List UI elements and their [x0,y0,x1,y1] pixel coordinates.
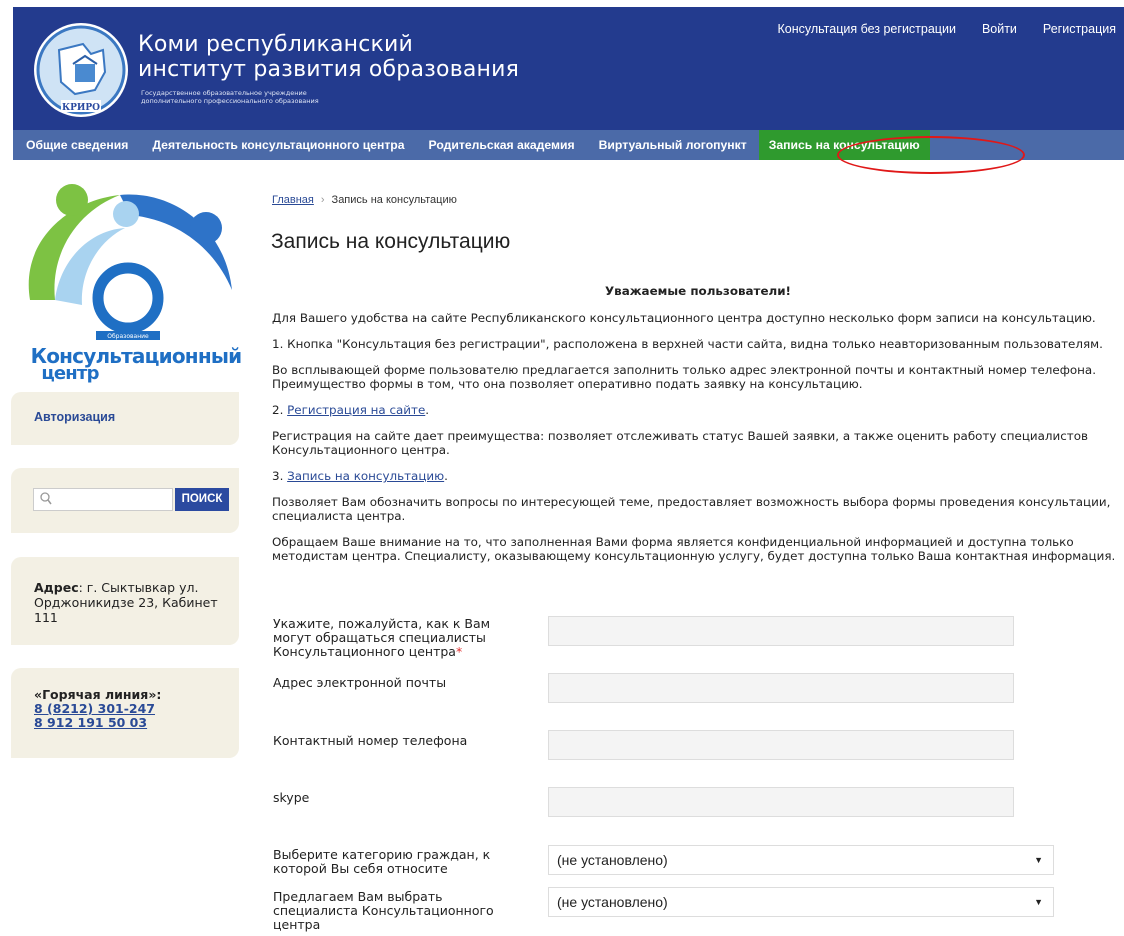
intro-paragraph: Для Вашего удобства на сайте Республикан… [272,311,1096,325]
greeting: Уважаемые пользователи! [605,284,791,298]
email-field[interactable] [548,673,1014,703]
category-select-value: (не установлено) [557,852,668,868]
book-consultation-link[interactable]: Запись на консультацию [287,469,444,483]
option-2-details: Регистрация на сайте дает преимущества: … [272,429,1089,457]
nav-item-parent-academy[interactable]: Родительская академия [429,138,575,152]
auth-link[interactable]: Авторизация [34,410,115,424]
nav-item-center-activity[interactable]: Деятельность консультационного центра [152,138,404,152]
page-title: Запись на консультацию [271,230,511,253]
category-select-label: Выберите категорию граждан, к которой Вы… [273,847,491,876]
address-panel: Адрес: г. Сыктывкар ул. Орджоникидзе 23,… [11,557,239,645]
hotline-label: «Горячая линия»: [34,687,162,702]
registration-link[interactable]: Регистрация на сайте [287,403,425,417]
consult-no-registration-link[interactable]: Консультация без регистрации [777,22,955,36]
brand-title[interactable]: Коми республиканский институт развития о… [138,32,519,82]
option-3-details: Позволяет Вам обозначить вопросы по инте… [272,495,1111,523]
nav-item-virtual-speech-point[interactable]: Виртуальный логопункт [599,138,747,152]
option-3-paragraph: 3. Запись на консультацию. [272,469,1124,483]
specialist-select-label: Предлагаем Вам выбрать специалиста Консу… [273,889,494,932]
option-2-suffix: . [425,403,430,417]
name-field-label: Укажите, пожалуйста, как к Вам могут обр… [273,617,513,659]
skype-field-label: skype [273,790,310,805]
breadcrumb: Главная › Запись на консультацию [272,194,457,206]
sidebar: Образование Консультационный центр [10,180,242,384]
search-icon [40,492,52,509]
register-link[interactable]: Регистрация [1043,22,1116,36]
logo-text: КРИРО [62,103,100,113]
option-3-prefix: 3. [272,469,288,483]
search-button[interactable]: ПОИСК [175,488,229,511]
intro-content: Уважаемые пользователи! Для Вашего удобс… [272,284,1124,575]
phone-field[interactable] [548,730,1014,760]
search-input[interactable] [33,488,173,511]
chevron-down-icon: ▼ [1034,897,1043,907]
brand-subtitle: Государственное образовательное учрежден… [141,89,319,105]
search-panel: ПОИСК [11,468,239,533]
hotline-panel: «Горячая линия»: 8 (8212) 301-247 8 912 … [11,668,239,758]
hotline-phone-2[interactable]: 8 912 191 50 03 [34,716,161,730]
auth-panel: Авторизация [11,392,239,445]
required-mark: * [455,644,463,659]
phone-field-label: Контактный номер телефона [273,733,468,748]
address-label: Адрес [34,580,79,595]
login-link[interactable]: Войти [982,22,1017,36]
category-select[interactable]: (не установлено) ▼ [548,845,1054,875]
nav-item-general[interactable]: Общие сведения [26,138,128,152]
name-field[interactable] [548,616,1014,646]
consult-center-logo[interactable]: Образование Консультационный центр [10,180,242,384]
address-text: Адрес: г. Сыктывкар ул. Орджоникидзе 23,… [34,580,234,625]
site-header: КРИРО Коми республиканский институт разв… [13,7,1124,130]
option-3-suffix: . [444,469,448,483]
hotline-text: «Горячая линия»: 8 (8212) 301-247 8 912 … [34,688,161,730]
option-1-paragraph: 1. Кнопка "Консультация без регистрации"… [272,337,1103,351]
brand-title-line1: Коми республиканский [138,32,414,57]
highlight-ring [837,136,1025,174]
breadcrumb-separator-icon: › [320,194,325,206]
chevron-down-icon: ▼ [1034,855,1043,865]
breadcrumb-current: Запись на консультацию [331,194,457,206]
specialist-select[interactable]: (не установлено) ▼ [548,887,1054,917]
breadcrumb-home[interactable]: Главная [272,194,314,206]
option-2-paragraph: 2. Регистрация на сайте. [272,403,1124,417]
privacy-notice: Обращаем Ваше внимание на то, что заполн… [272,535,1116,563]
hotline-phone-1[interactable]: 8 (8212) 301-247 [34,702,161,716]
top-links: Консультация без регистрации Войти Регис… [777,22,1116,36]
skype-field[interactable] [548,787,1014,817]
specialist-select-value: (не установлено) [557,894,668,910]
option-1-details: Во всплывающей форме пользователю предла… [272,363,1096,391]
option-2-prefix: 2. [272,403,288,417]
logo-word2: центр [41,363,99,383]
brand-subtitle-line1: Государственное образовательное учрежден… [141,89,307,97]
logo-small-text: Образование [107,333,149,340]
kriro-logo[interactable]: КРИРО [31,20,131,120]
brand-subtitle-line2: дополнительного профессионального образо… [141,97,319,105]
brand-title-line2: институт развития образования [138,57,520,82]
email-field-label: Адрес электронной почты [273,675,447,690]
